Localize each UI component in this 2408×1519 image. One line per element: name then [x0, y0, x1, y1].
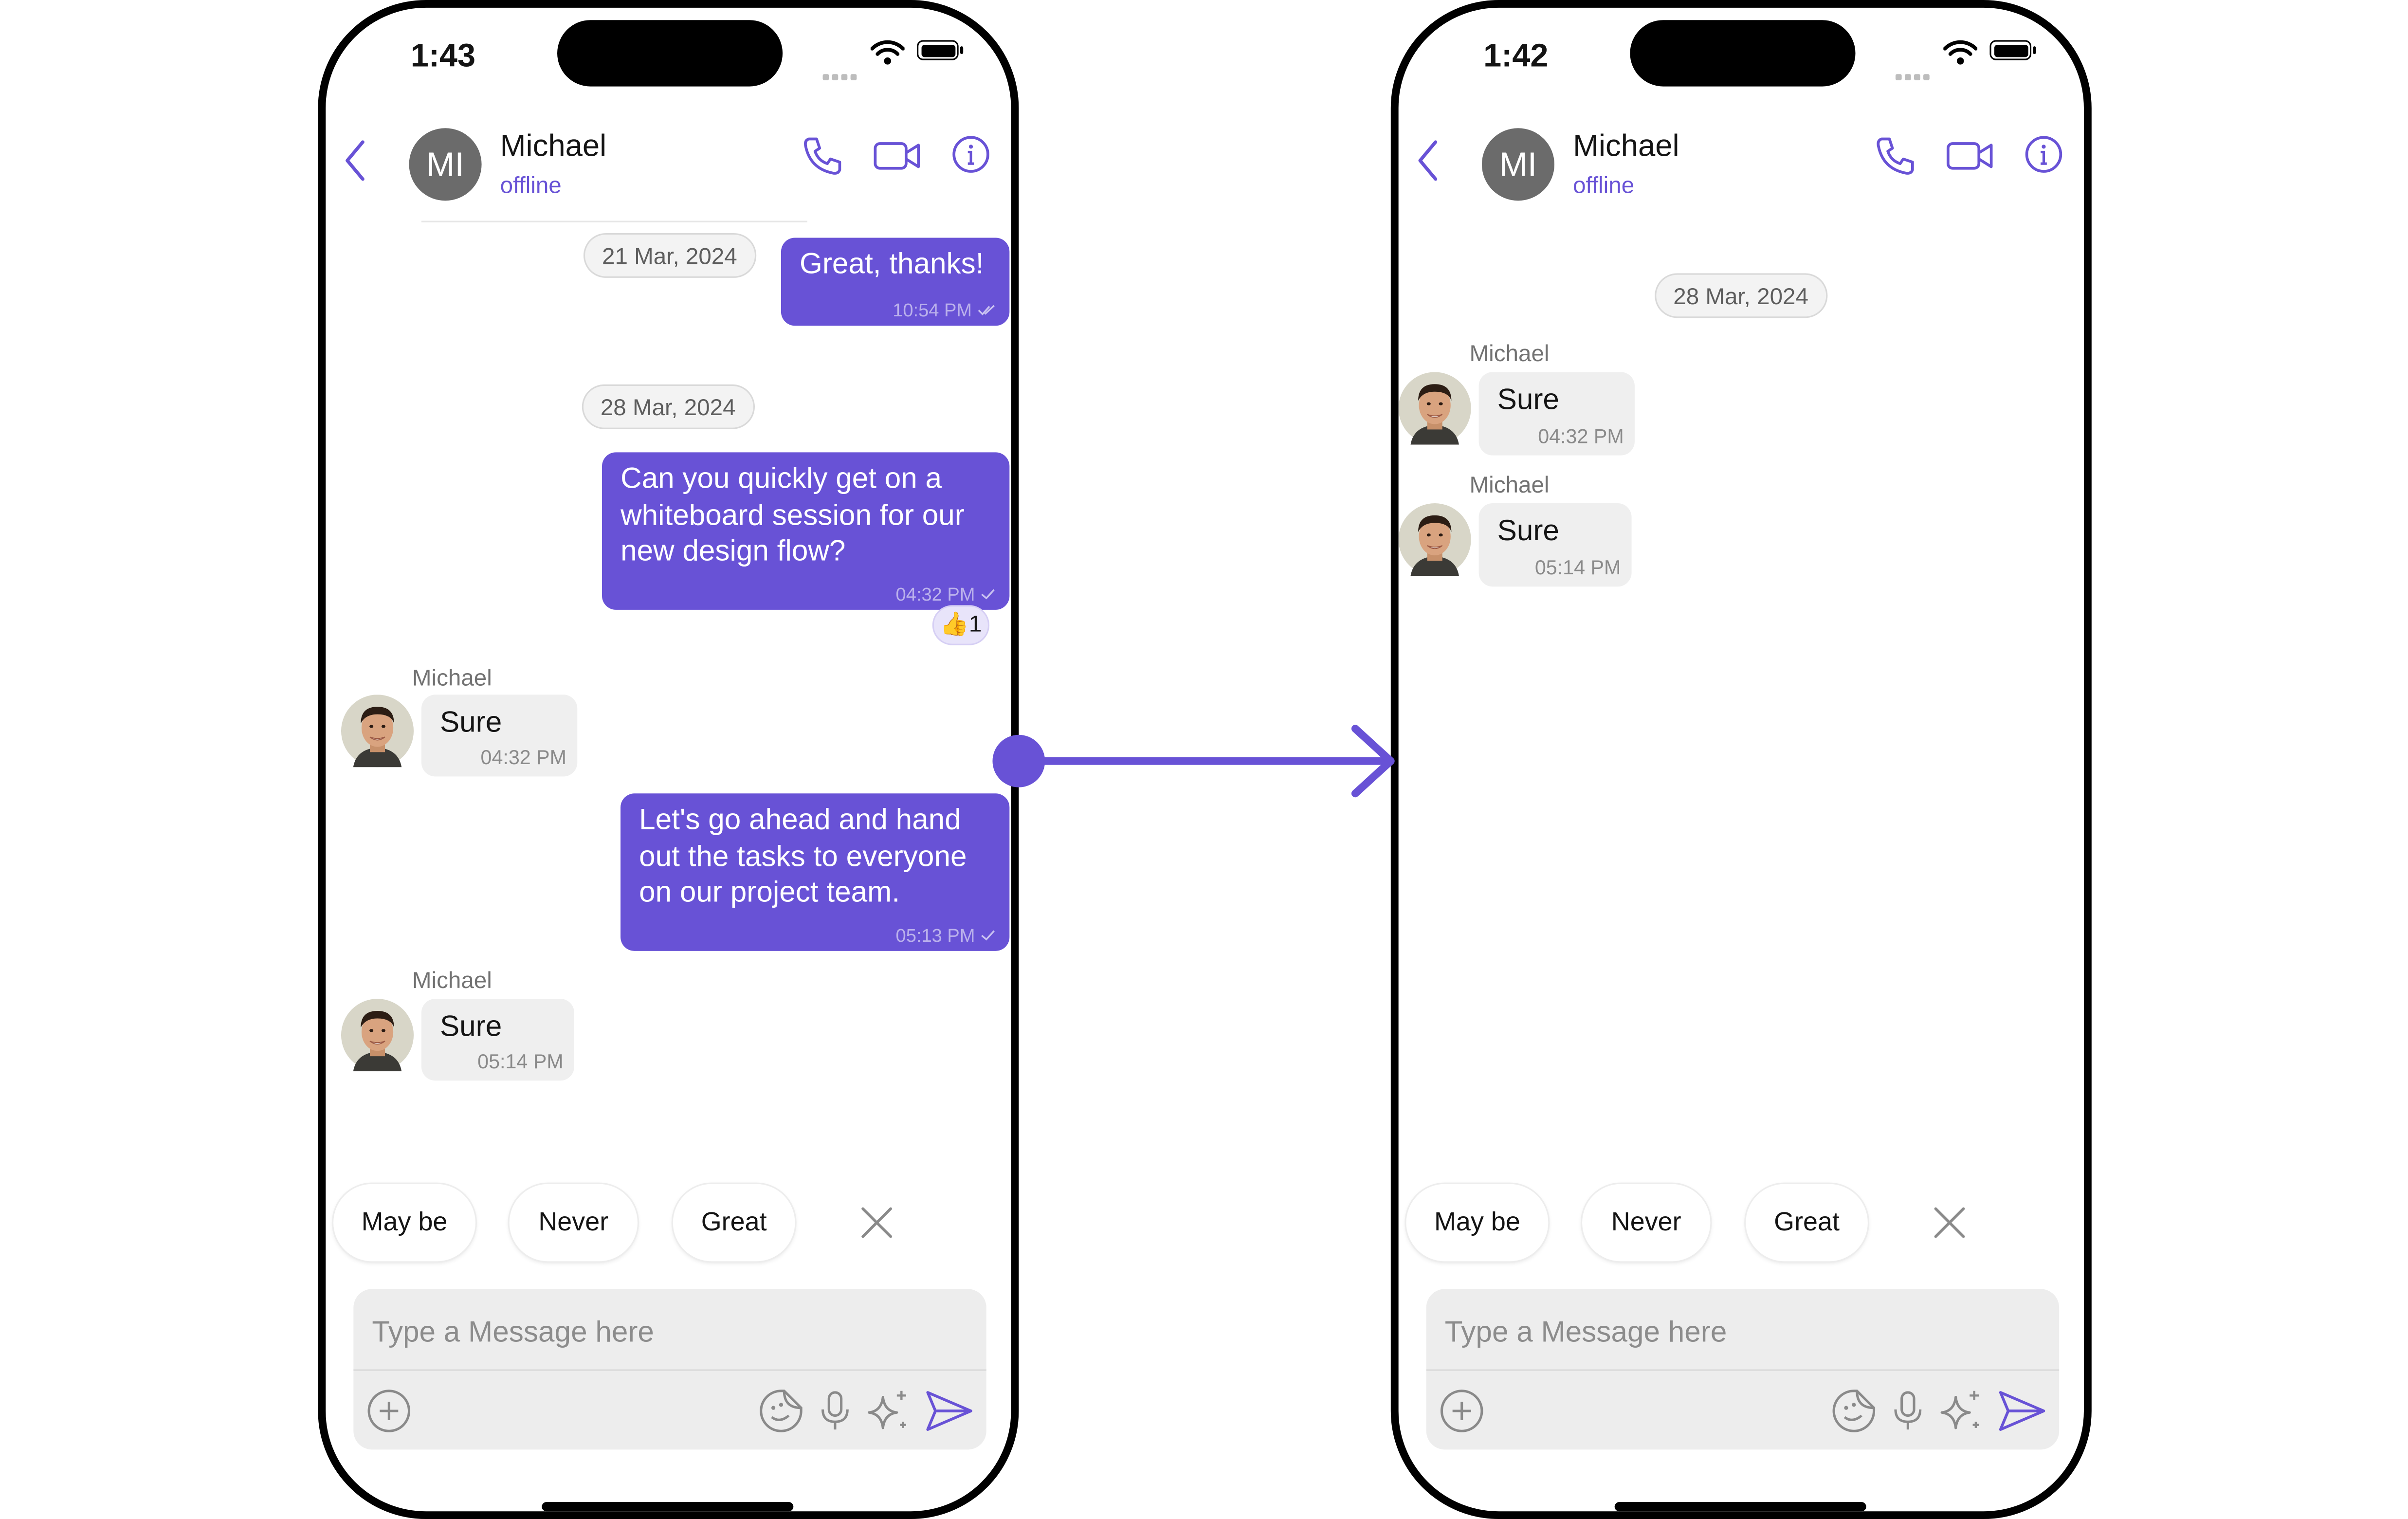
- composite-stage: 1:43 MI Michael offline 21 Mar, 2024 Gre…: [0, 0, 2408, 1519]
- transition-arrow: [992, 725, 1395, 798]
